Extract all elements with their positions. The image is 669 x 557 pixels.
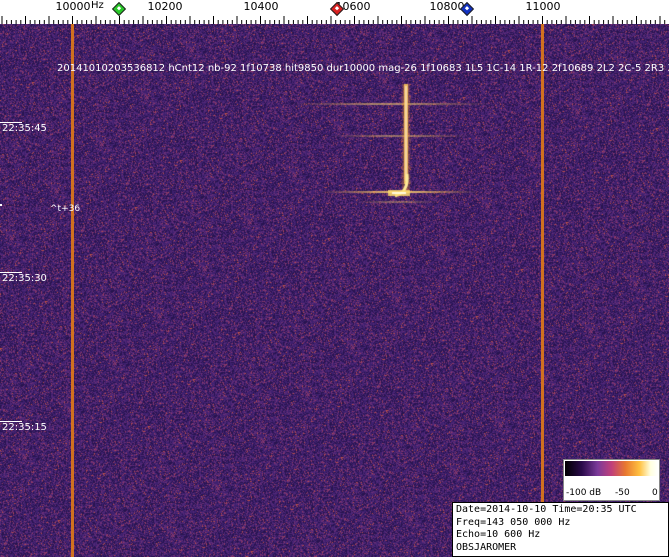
relative-time-marker: ^t+36 [50,204,80,214]
legend-tick-mid: -50 [615,488,630,498]
time-label-223545: 22:35:45 [2,123,47,134]
info-date: Date=2014-10-10 Time=20:35 UTC [456,504,665,517]
freq-label-10200: 10200 [148,0,183,13]
detection-header: 20141010203536812 hCnt12 nb-92 1f10738 h… [57,63,669,74]
time-label-223515: 22:35:15 [2,422,47,433]
info-observer: OBSJAROMER [456,542,665,555]
observation-info-box: Date=2014-10-10 Time=20:35 UTC Freq=143 … [452,502,669,557]
color-scale-bar [565,461,658,476]
spectrogram-window: 10000 Hz 10200 10400 10600 10800 11000 2… [0,0,669,557]
color-scale-legend: -100 dB -50 0 [563,459,660,501]
info-frequency: Freq=143 050 000 Hz [456,517,665,530]
frequency-ruler: 10000 Hz 10200 10400 10600 10800 11000 [0,0,669,24]
time-label-223530: 22:35:30 [2,273,47,284]
legend-tick-min: -100 dB [566,488,601,498]
freq-unit-label: Hz [91,0,104,11]
info-echo: Echo=10 600 Hz [456,529,665,542]
freq-label-11000: 11000 [526,0,561,13]
legend-tick-max: 0 [652,488,658,498]
edge-marker [0,204,2,206]
freq-label-10000: 10000 [56,0,91,13]
freq-label-10800: 10800 [430,0,465,13]
freq-label-10400: 10400 [244,0,279,13]
